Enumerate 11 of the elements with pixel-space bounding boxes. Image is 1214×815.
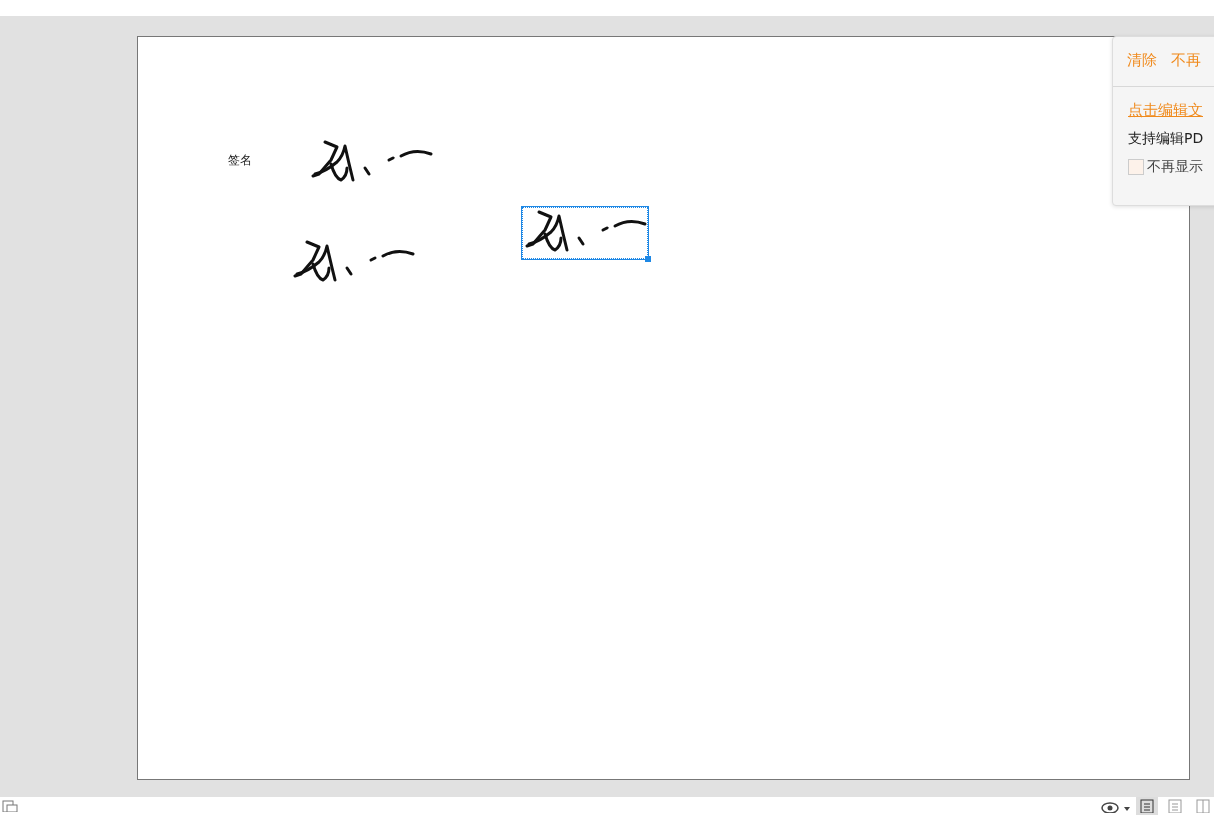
view-mode-button[interactable]	[1136, 797, 1158, 815]
popup-action-link[interactable]: 清除	[1127, 51, 1157, 86]
selected-signature[interactable]	[522, 207, 648, 259]
page-icon[interactable]	[2, 800, 18, 812]
popup-description: 支持编辑PD	[1128, 130, 1205, 148]
edit-text-link[interactable]: 点击编辑文	[1128, 101, 1214, 120]
checkbox[interactable]	[1128, 159, 1144, 175]
signature-label: 签名	[228, 152, 252, 169]
popup-action-link[interactable]: 不再	[1171, 51, 1201, 86]
eye-icon[interactable]	[1100, 799, 1130, 813]
checkbox-label: 不再显示	[1147, 158, 1203, 176]
